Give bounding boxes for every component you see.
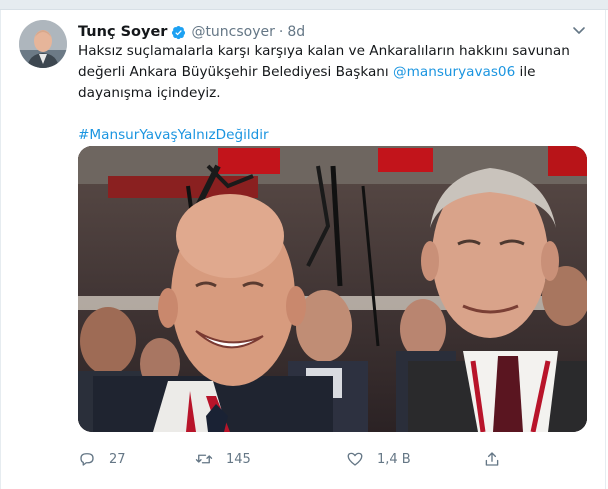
retweet-button[interactable]: 145	[195, 448, 251, 470]
tweet-text: Haksız suçlamalarla karşı karşıya kalan …	[78, 41, 588, 146]
like-button[interactable]: 1,4 B	[346, 448, 411, 470]
like-icon	[347, 452, 363, 466]
tweet-timestamp[interactable]: 8d	[287, 24, 305, 40]
hashtag-link[interactable]: #MansurYavaşYalnızDeğildir	[78, 125, 588, 146]
tweet-text-line: değerli Ankara Büyükşehir Belediyesi Baş…	[78, 62, 588, 83]
author-name[interactable]: Tunç Soyer	[78, 24, 167, 40]
avatar[interactable]	[19, 20, 67, 68]
tweet-text-segment: ile	[515, 64, 536, 80]
share-button[interactable]	[483, 448, 501, 470]
verified-icon	[172, 25, 186, 39]
reply-button[interactable]: 27	[78, 448, 126, 470]
separator-dot: ·	[278, 24, 284, 40]
tweet[interactable]: Tunç Soyer @tuncsoyer · 8d Haksız suçlam…	[0, 10, 606, 489]
tweet-text-line: Haksız suçlamalarla karşı karşıya kalan …	[78, 43, 570, 59]
mention-link[interactable]: @mansuryavas06	[393, 64, 515, 80]
tweet-text-segment: değerli Ankara Büyükşehir Belediyesi Baş…	[78, 64, 394, 80]
tweet-photo[interactable]	[78, 146, 587, 432]
reply-count: 27	[109, 451, 126, 467]
author-handle[interactable]: @tuncsoyer	[191, 24, 274, 40]
chevron-down-icon[interactable]	[571, 22, 587, 38]
retweet-icon	[195, 454, 213, 464]
share-icon	[485, 452, 499, 466]
like-count: 1,4 B	[377, 451, 411, 467]
tweet-actions: 27 145 1,4 B	[78, 448, 518, 470]
reply-icon	[80, 453, 94, 466]
tweet-text-line: dayanışma içindeyiz.	[78, 85, 221, 101]
retweet-count: 145	[226, 451, 251, 467]
timeline-divider	[0, 0, 608, 10]
tweet-header: Tunç Soyer @tuncsoyer · 8d	[78, 22, 305, 42]
